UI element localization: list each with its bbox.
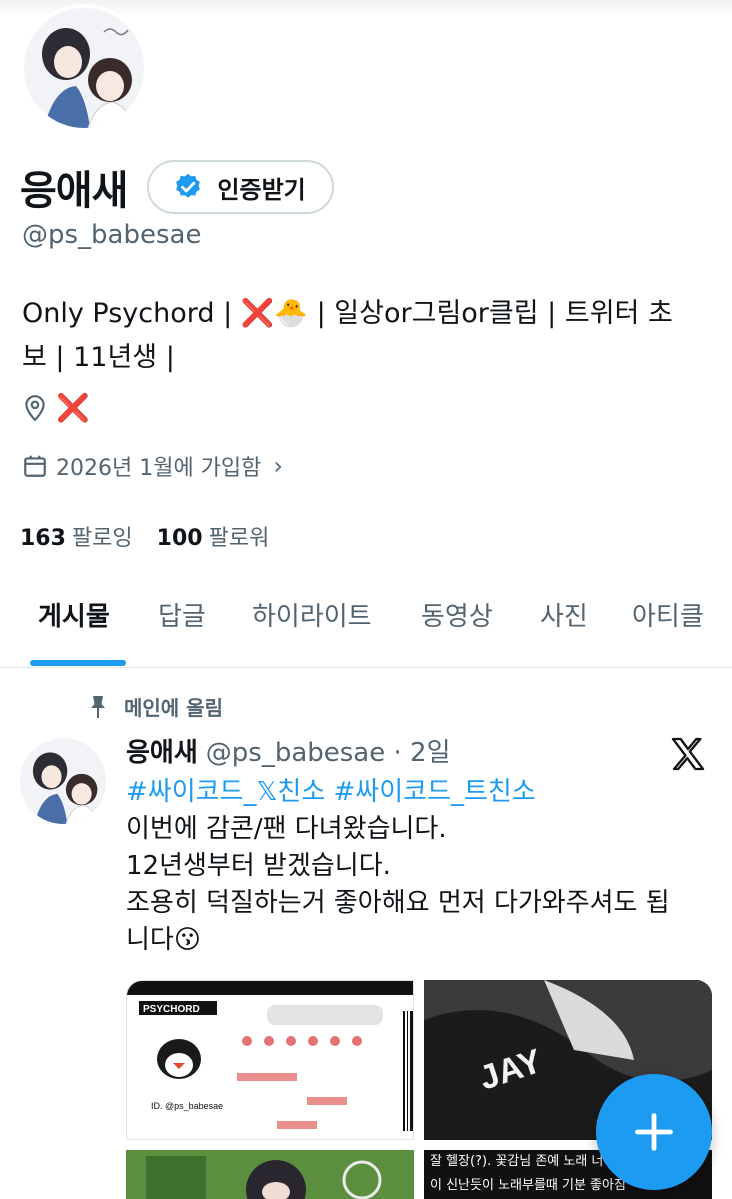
tab-videos[interactable]: 동영상 xyxy=(421,596,493,633)
tab-posts[interactable]: 게시물 xyxy=(38,596,110,633)
name-row: 응애새 인증받기 xyxy=(20,158,334,216)
join-date-row[interactable]: 2026년 1월에 가입함 › xyxy=(22,450,283,482)
chevron-right-icon: › xyxy=(273,452,284,480)
media-image-id-card[interactable]: PSYCHORD ID. @ps_babesae xyxy=(126,980,414,1140)
location-text: ❌ xyxy=(56,393,90,424)
bio-x-emoji: ❌ xyxy=(240,298,275,329)
plus-icon xyxy=(635,1113,673,1151)
followers-count: 100 xyxy=(156,526,203,551)
post-line-text: 니다 xyxy=(126,925,174,955)
post-header: 응애새 @ps_babesae · 2일 xyxy=(126,732,450,769)
media-image-screenshot[interactable] xyxy=(126,1150,414,1199)
profile-tabs: 게시물 답글 하이라이트 동영상 사진 아티클 xyxy=(0,576,732,668)
tab-highlights[interactable]: 하이라이트 xyxy=(252,596,372,633)
pinned-indicator: 메인에 올림 xyxy=(86,692,223,721)
bio-text-line2: 보 | 11년생 | xyxy=(22,342,175,373)
following-count: 163 xyxy=(20,526,66,551)
get-verified-button[interactable]: 인증받기 xyxy=(147,160,334,214)
post-line: 이번에 감콘/팬 다녀왔습니다. xyxy=(126,814,447,844)
following-label: 팔로잉 xyxy=(71,526,133,551)
followers-label: 팔로워 xyxy=(208,526,270,551)
compose-button[interactable] xyxy=(596,1074,712,1190)
get-verified-label: 인증받기 xyxy=(217,175,306,204)
bio-text-cont: | 일상or그림or클립 | 트위터 초 xyxy=(308,298,673,329)
post-author-name[interactable]: 응애새 xyxy=(126,732,198,769)
follow-stats: 163 팔로잉 100 팔로워 xyxy=(20,520,293,552)
profile-location: ❌ xyxy=(22,392,90,424)
post-text: #싸이코드_𝕏친소 #싸이코드_트친소 이번에 감콘/팬 다녀왔습니다. 12년… xyxy=(126,774,716,959)
active-tab-indicator xyxy=(30,660,126,666)
tab-photos[interactable]: 사진 xyxy=(540,596,588,633)
profile-handle: @ps_babesae xyxy=(22,220,202,250)
tab-articles[interactable]: 아티클 xyxy=(632,596,704,633)
post-hashtags[interactable]: #싸이코드_𝕏친소 #싸이코드_트친소 xyxy=(126,774,716,811)
pin-icon xyxy=(91,695,105,718)
location-pin-icon xyxy=(25,395,45,422)
join-date: 2026년 1월에 가입함 xyxy=(56,456,262,481)
post-line: 12년생부터 받겠습니다. xyxy=(126,851,391,881)
followers-link[interactable]: 100 팔로워 xyxy=(157,520,270,552)
verified-badge-icon xyxy=(176,173,201,198)
x-logo-icon xyxy=(671,737,705,771)
display-name: 응애새 xyxy=(20,168,128,214)
pinned-label: 메인에 올림 xyxy=(124,696,223,720)
bio-text: Only Psychord | xyxy=(22,298,241,329)
kissing-emoji: 😗 xyxy=(173,925,201,955)
calendar-icon xyxy=(24,455,46,477)
profile-bio: Only Psychord | ❌🐣 | 일상or그림or클립 | 트위터 초 … xyxy=(22,292,712,380)
post-avatar[interactable] xyxy=(20,738,106,824)
post-line: 니다😗 xyxy=(126,922,716,959)
tab-replies[interactable]: 답글 xyxy=(158,596,206,633)
profile-avatar[interactable] xyxy=(20,4,148,132)
following-link[interactable]: 163 팔로잉 xyxy=(20,520,133,552)
card-brand: PSYCHORD xyxy=(143,1004,200,1015)
post-meta: @ps_babesae · 2일 xyxy=(205,738,451,768)
card-id: ID. @ps_babesae xyxy=(151,1101,223,1111)
bio-chick-emoji: 🐣 xyxy=(274,298,309,329)
post-line: 조용히 덕질하는거 좋아해요 먼저 다가와주셔도 됩 xyxy=(126,888,670,918)
